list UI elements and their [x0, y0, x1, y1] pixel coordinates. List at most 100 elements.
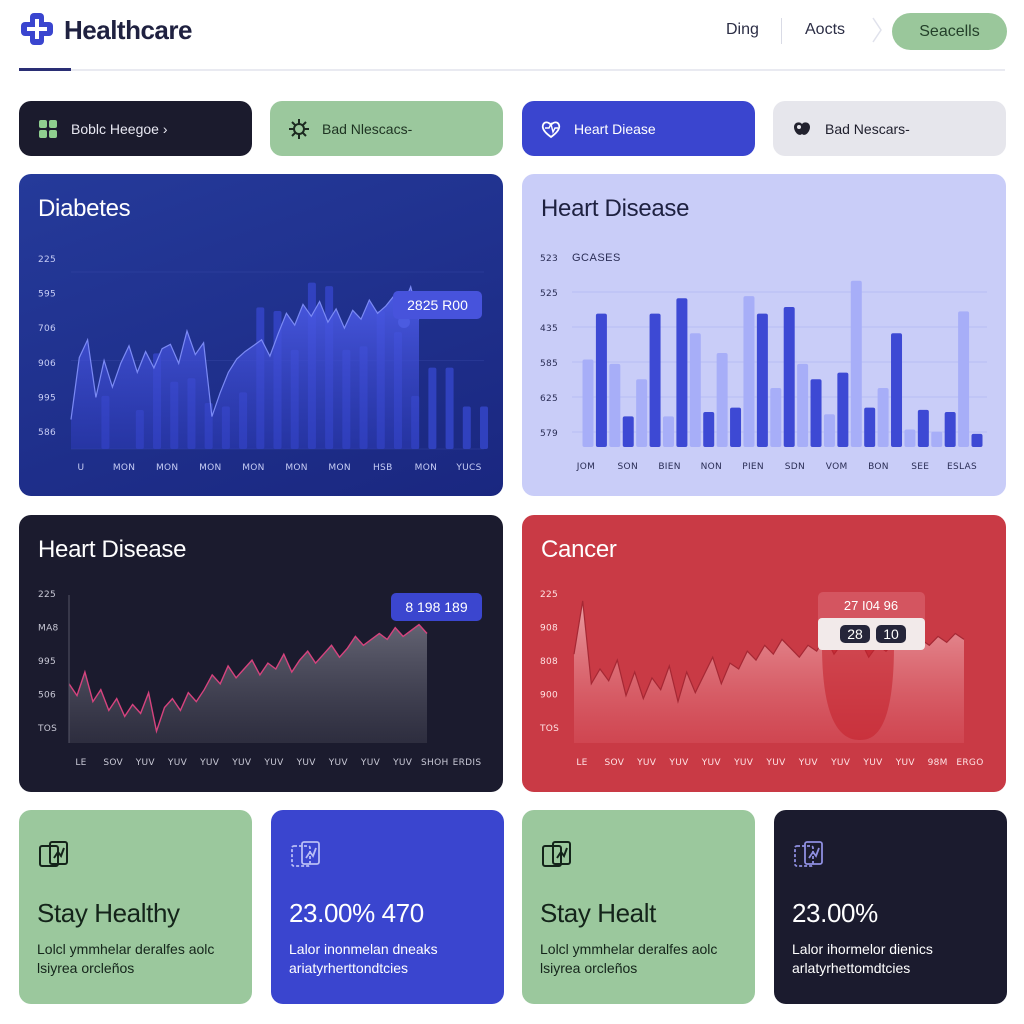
x-tick-label: VOM	[826, 462, 848, 472]
x-tick-label: YUV	[167, 758, 188, 768]
stat-value: 23.00%	[792, 898, 878, 928]
bar	[676, 298, 688, 447]
heart-disease-bar-card: Heart Disease GCASES 523 525 435 585 625 579 J…	[522, 174, 1006, 496]
x-tick-label: MON	[199, 463, 221, 473]
bar	[810, 379, 822, 447]
stat-card[interactable]: Stay Healthy Lolcl ymmhelar deralfes aol…	[19, 810, 252, 1004]
bar	[770, 387, 782, 447]
x-tick-label: U	[78, 463, 85, 473]
category-label: Bad Nescars-	[825, 120, 910, 137]
organ-icon	[794, 121, 810, 135]
x-tick-label: ERDIS	[453, 758, 482, 768]
x-tick-label: YUV	[798, 758, 819, 768]
y-tick-label: 225	[38, 590, 56, 600]
x-tick-label: MON	[242, 463, 264, 473]
x-tick-label: SEE	[911, 462, 929, 472]
stat-value: 23.00% 470	[289, 898, 424, 928]
category-label: Heart Diease	[574, 120, 656, 137]
y-tick-label: 908	[540, 624, 558, 634]
bar	[636, 379, 648, 447]
bar	[428, 367, 437, 449]
category-button-public-health[interactable]: Boblc Heegoe ›	[19, 101, 252, 156]
medical-cross-logo-icon	[21, 13, 53, 45]
x-tick-label: HSB	[373, 463, 393, 473]
top-header: Healthcare Ding Aocts Seacells	[0, 0, 1024, 72]
tooltip-title: 27 I04 96	[844, 598, 898, 613]
bar	[891, 333, 903, 447]
heart-disease-line-card: Heart Disease 225 MA8 995 506 TOS LE SOV YUV YUV…	[19, 515, 503, 792]
x-tick-label: YUV	[765, 758, 786, 768]
x-tick-label: SON	[618, 462, 638, 472]
nav-link-ding[interactable]: Ding	[726, 21, 759, 39]
x-tick-label: SOV	[103, 758, 123, 768]
value-badge: 8 198 189	[405, 599, 467, 615]
area-fill	[71, 286, 419, 449]
category-button-bad-diseases[interactable]: Bad Nlescacs-	[270, 101, 503, 156]
x-tick-label: YUV	[636, 758, 657, 768]
stat-card[interactable]: Stay Healt Lolcl ymmhelar deralfes aolc …	[522, 810, 755, 1004]
x-tick-label: SHOH	[421, 758, 449, 768]
x-tick-label: ESLAS	[947, 462, 977, 472]
y-tick-label: TOS	[37, 724, 57, 734]
bar	[743, 296, 755, 447]
x-tick-label: NON	[701, 462, 722, 472]
category-label: Bad Nlescacs-	[322, 120, 413, 137]
clipboard-chart-icon	[39, 841, 68, 867]
heart-icon	[541, 120, 561, 138]
nav-link-aocts[interactable]: Aocts	[805, 21, 845, 39]
y-tick-label: 585	[540, 359, 558, 369]
x-tick-label: MON	[156, 463, 178, 473]
category-button-bad-nescars[interactable]: Bad Nescars-	[773, 101, 1006, 156]
search-cells-button[interactable]: Seacells	[892, 13, 1007, 50]
y-tick-label: 523	[540, 254, 558, 264]
x-tick-label: PIEN	[742, 462, 764, 472]
diabetes-chart-card: Diabetes 225 595 706 906 995 586 U MON MON MON MON…	[19, 174, 503, 496]
x-tick-label: YUV	[199, 758, 220, 768]
x-tick-label: 98M	[928, 758, 948, 768]
bar	[582, 359, 594, 447]
stat-value: Stay Healthy	[37, 898, 180, 928]
x-tick-label: YUV	[263, 758, 284, 768]
area-fill	[69, 624, 427, 743]
x-tick-label: YUV	[668, 758, 689, 768]
tooltip-value-b: 10	[883, 626, 899, 642]
bar	[850, 280, 862, 447]
bar	[971, 433, 983, 447]
stat-card[interactable]: 23.00% 470 Lalor inonmelan dneaks ariaty…	[271, 810, 504, 1004]
stat-card[interactable]: 23.00% Lalor ihormelor dienics arlatyrhe…	[774, 810, 1007, 1004]
bar	[797, 363, 809, 447]
y-tick-label: 579	[540, 429, 558, 439]
chevron-right-icon	[872, 17, 882, 43]
stat-value: Stay Healt	[540, 898, 656, 928]
y-tick-label: 906	[38, 359, 56, 369]
x-tick-label: YUV	[360, 758, 381, 768]
heart-disease-line-chart: 225 MA8 995 506 TOS LE SOV YUV YUV YUV YUV YUV YUV YU…	[37, 590, 482, 768]
x-tick-label: YUV	[328, 758, 349, 768]
y-tick-label: 900	[540, 691, 558, 701]
cancer-chart-card: Cancer 225 908 808 900 TOS LE SOV YUV YUV YUV YUV Y…	[522, 515, 1006, 792]
y-tick-label: 525	[540, 289, 558, 299]
clipboard-chart-icon	[542, 841, 571, 867]
nav-divider	[781, 18, 782, 44]
bar	[756, 313, 768, 447]
x-tick-label: MON	[285, 463, 307, 473]
category-button-heart-disease[interactable]: Heart Diease	[522, 101, 755, 156]
x-tick-label: YUV	[862, 758, 883, 768]
bar	[904, 429, 916, 447]
bar	[877, 387, 889, 447]
x-tick-label: MON	[113, 463, 135, 473]
brand-name: Healthcare	[64, 15, 192, 45]
bar	[609, 363, 621, 447]
x-tick-label: YUV	[296, 758, 317, 768]
x-tick-label: MON	[328, 463, 350, 473]
virus-icon	[289, 118, 309, 139]
y-tick-label: TOS	[539, 724, 559, 734]
x-tick-label: YUV	[830, 758, 851, 768]
heart-disease-bar-chart: 523 525 435 585 625 579 JOM SON BIEN NON PIEN SDN VO…	[540, 254, 987, 472]
tooltip-body	[818, 618, 925, 650]
x-tick-label: YUV	[895, 758, 916, 768]
x-tick-label: YUV	[392, 758, 413, 768]
x-tick-label: YUV	[231, 758, 252, 768]
header-divider	[19, 69, 1005, 71]
bar	[703, 412, 715, 447]
